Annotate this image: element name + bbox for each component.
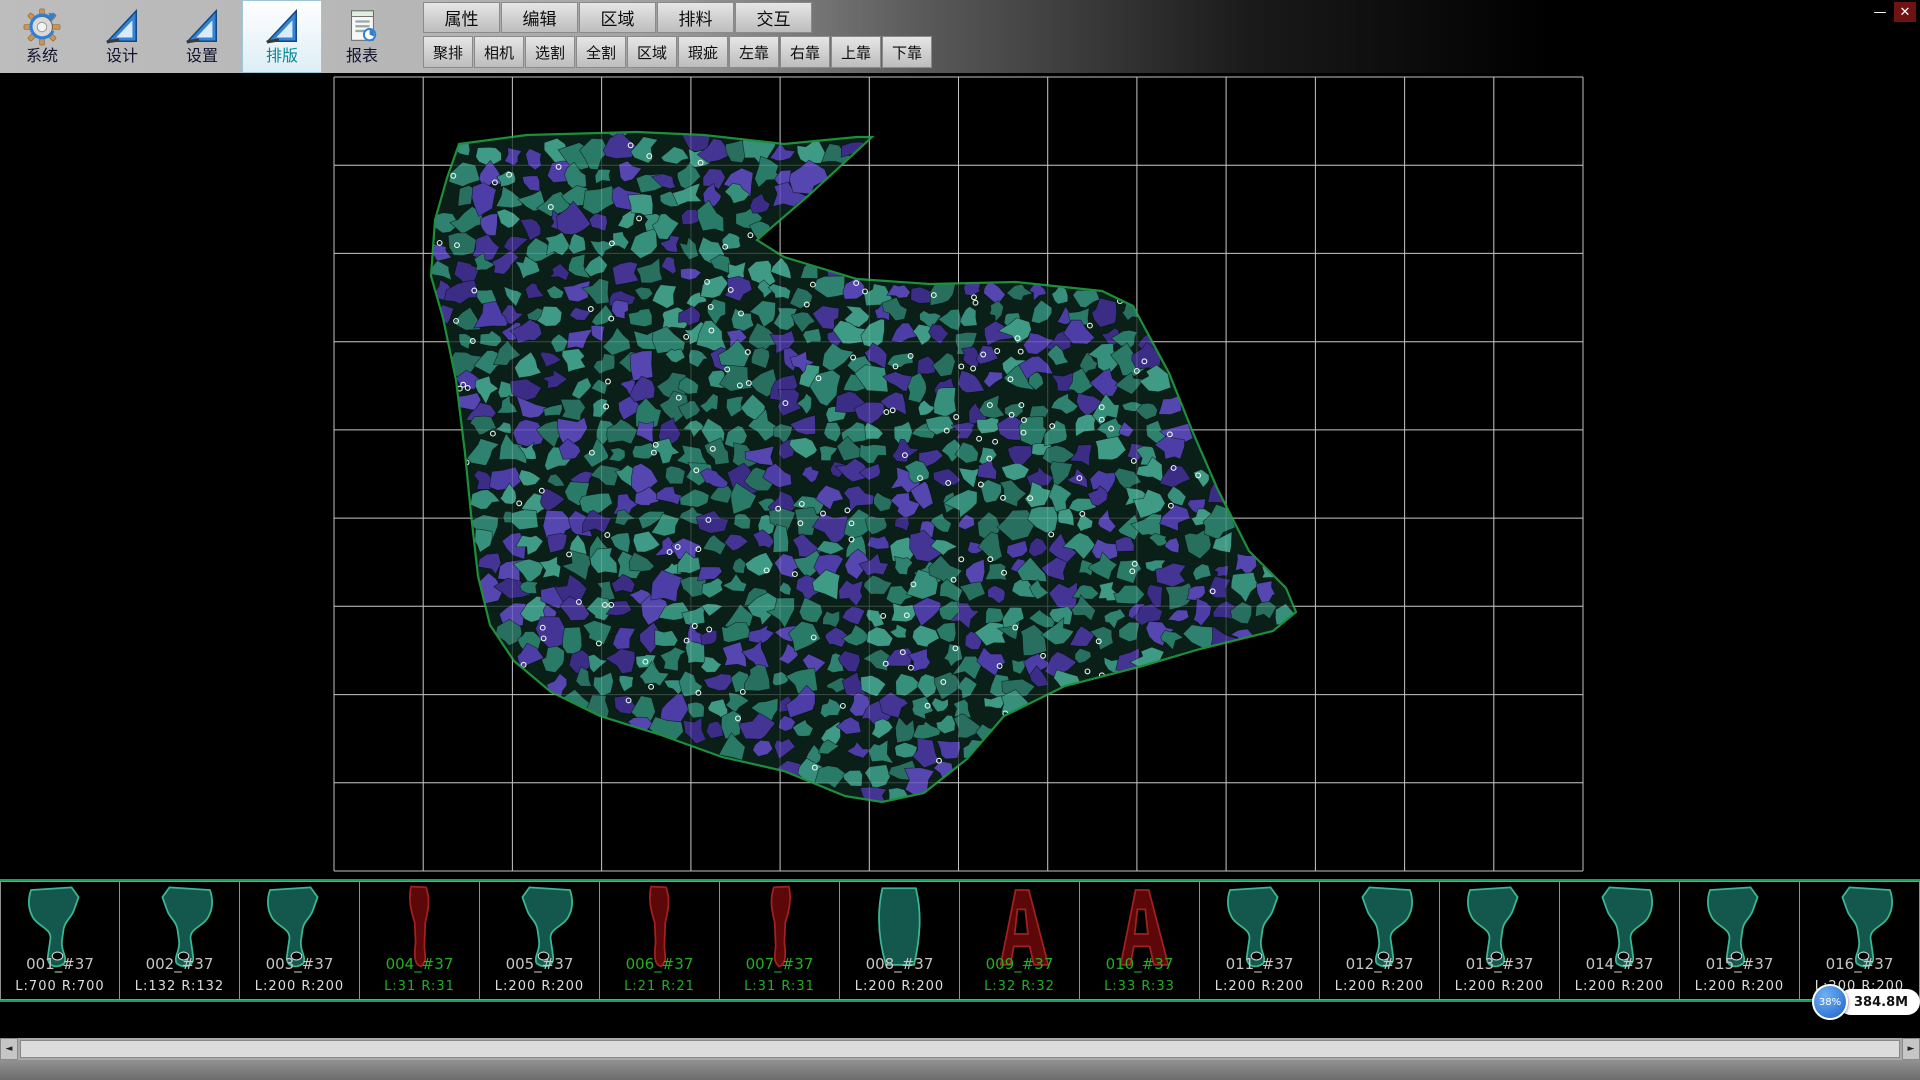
toolbar-design[interactable]: 设计: [82, 0, 162, 73]
piece-id-label: 016_#37: [1800, 955, 1919, 973]
piece-id-label: 007_#37: [720, 955, 839, 973]
piece-id-label: 013_#37: [1440, 955, 1559, 973]
piece-id-label: 011_#37: [1200, 955, 1319, 973]
piece-id-label: 003_#37: [240, 955, 359, 973]
piece-lr-count: L:200 R:200: [480, 979, 599, 994]
piece-thumbnail[interactable]: 013_#37 L:200 R:200: [1440, 881, 1560, 1000]
piece-lr-count: L:700 R:700: [1, 979, 119, 994]
piece-lr-count: L:200 R:200: [240, 979, 359, 994]
piece-id-label: 006_#37: [600, 955, 719, 973]
progress-circle: 38%: [1812, 984, 1848, 1020]
piece-thumbnail[interactable]: 008_#37 L:200 R:200: [840, 881, 960, 1000]
piece-id-label: 010_#37: [1080, 955, 1199, 973]
piece-lr-count: L:132 R:132: [120, 979, 239, 994]
toolbar-report[interactable]: 报表: [322, 0, 402, 73]
piece-lr-count: L:200 R:200: [1560, 979, 1679, 994]
toolbar-settings[interactable]: 设置: [162, 0, 242, 73]
piece-thumbnail[interactable]: 005_#37 L:200 R:200: [480, 881, 600, 1000]
piece-lr-count: L:31 R:31: [360, 979, 479, 994]
piece-thumbnail[interactable]: 007_#37 L:31 R:31: [720, 881, 840, 1000]
piece-lr-count: L:200 R:200: [1200, 979, 1319, 994]
piece-lr-count: L:200 R:200: [840, 979, 959, 994]
piece-id-label: 014_#37: [1560, 955, 1679, 973]
menu-tab-nesting[interactable]: 排料: [657, 2, 734, 33]
main-toolbar: 系统 设计 设置 排版 报表: [2, 0, 402, 73]
set-square-icon: [103, 8, 141, 46]
menu-tab-properties[interactable]: 属性: [423, 2, 500, 33]
piece-lr-count: L:200 R:200: [1320, 979, 1439, 994]
tool-strip: 聚排相机选割全割区域瑕疵左靠右靠上靠下靠: [423, 36, 933, 68]
close-button[interactable]: ✕: [1894, 2, 1916, 22]
piece-thumbnail[interactable]: 004_#37 L:31 R:31: [360, 881, 480, 1000]
piece-id-label: 008_#37: [840, 955, 959, 973]
piece-thumbnail[interactable]: 002_#37 L:132 R:132: [120, 881, 240, 1000]
tool-cut-all[interactable]: 全割: [576, 36, 626, 68]
tool-camera[interactable]: 相机: [474, 36, 524, 68]
tool-select-cut[interactable]: 选割: [525, 36, 575, 68]
tool-align-top[interactable]: 上靠: [831, 36, 881, 68]
status-bar: [0, 1060, 1920, 1080]
menu-area: 属性编辑区域排料交互 聚排相机选割全割区域瑕疵左靠右靠上靠下靠: [423, 0, 933, 68]
tool-cluster-nest[interactable]: 聚排: [423, 36, 473, 68]
menu-tab-interact[interactable]: 交互: [735, 2, 812, 33]
piece-thumbnail[interactable]: 012_#37 L:200 R:200: [1320, 881, 1440, 1000]
piece-thumbnail[interactable]: 010_#37 L:33 R:33: [1080, 881, 1200, 1000]
piece-lr-count: L:31 R:31: [720, 979, 839, 994]
toolbar-button-label: 设计: [106, 47, 138, 65]
toolbar-nesting[interactable]: 排版: [242, 0, 322, 73]
scroll-right-arrow[interactable]: ►: [1902, 1038, 1920, 1060]
piece-id-label: 009_#37: [960, 955, 1079, 973]
scrollbar-thumb[interactable]: [20, 1040, 1900, 1058]
scroll-left-arrow[interactable]: ◄: [0, 1038, 18, 1060]
piece-lr-count: L:200 R:200: [1440, 979, 1559, 994]
memory-value: 384.8M: [1838, 989, 1920, 1015]
menu-tab-region[interactable]: 区域: [579, 2, 656, 33]
piece-thumbnail[interactable]: 001_#37 L:700 R:700: [0, 881, 120, 1000]
toolbar-button-label: 设置: [186, 47, 218, 65]
piece-id-label: 001_#37: [1, 955, 119, 973]
piece-id-label: 015_#37: [1680, 955, 1799, 973]
piece-thumbnail[interactable]: 009_#37 L:32 R:32: [960, 881, 1080, 1000]
toolbar-button-label: 排版: [266, 47, 298, 65]
tool-align-bottom[interactable]: 下靠: [882, 36, 932, 68]
piece-lr-count: L:32 R:32: [960, 979, 1079, 994]
window-controls: — ✕: [1869, 2, 1916, 22]
set-square-icon: [183, 8, 221, 46]
piece-lr-count: L:33 R:33: [1080, 979, 1199, 994]
tool-align-left[interactable]: 左靠: [729, 36, 779, 68]
piece-id-label: 012_#37: [1320, 955, 1439, 973]
gear-icon: [23, 8, 61, 46]
nesting-canvas[interactable]: [0, 73, 1920, 879]
piece-lr-count: L:21 R:21: [600, 979, 719, 994]
piece-thumbnail[interactable]: 016_#37L:200 R:200: [1800, 881, 1920, 1000]
piece-thumbnail[interactable]: 014_#37 L:200 R:200: [1560, 881, 1680, 1000]
piece-thumbnail[interactable]: 011_#37 L:200 R:200: [1200, 881, 1320, 1000]
menu-tab-edit[interactable]: 编辑: [501, 2, 578, 33]
toolbar-button-label: 报表: [346, 47, 378, 65]
menu-bar: 属性编辑区域排料交互: [423, 2, 933, 33]
piece-id-label: 002_#37: [120, 955, 239, 973]
report-icon: [343, 8, 381, 46]
horizontal-scrollbar[interactable]: ◄ ►: [0, 1038, 1920, 1060]
tool-defect[interactable]: 瑕疵: [678, 36, 728, 68]
piece-list: 001_#37 L:700 R:700002_#37 L:132 R:132003_…: [0, 879, 1920, 1002]
set-square-icon: [263, 8, 301, 46]
toolbar-system[interactable]: 系统: [2, 0, 82, 73]
piece-id-label: 005_#37: [480, 955, 599, 973]
tool-align-right[interactable]: 右靠: [780, 36, 830, 68]
piece-lr-count: L:200 R:200: [1680, 979, 1799, 994]
title-bar: 系统设计设置排版报表 属性编辑区域排料交互 聚排相机选割全割区域瑕疵左靠右靠上靠…: [0, 0, 1920, 73]
tool-region[interactable]: 区域: [627, 36, 677, 68]
memory-usage-badge: 38% 384.8M: [1812, 984, 1920, 1020]
piece-id-label: 004_#37: [360, 955, 479, 973]
minimize-button[interactable]: —: [1869, 2, 1891, 22]
piece-thumbnail[interactable]: 003_#37 L:200 R:200: [240, 881, 360, 1000]
nested-hide-view: [0, 73, 1920, 879]
toolbar-button-label: 系统: [26, 47, 58, 65]
piece-thumbnail[interactable]: 006_#37 L:21 R:21: [600, 881, 720, 1000]
piece-thumbnail[interactable]: 015_#37 L:200 R:200: [1680, 881, 1800, 1000]
